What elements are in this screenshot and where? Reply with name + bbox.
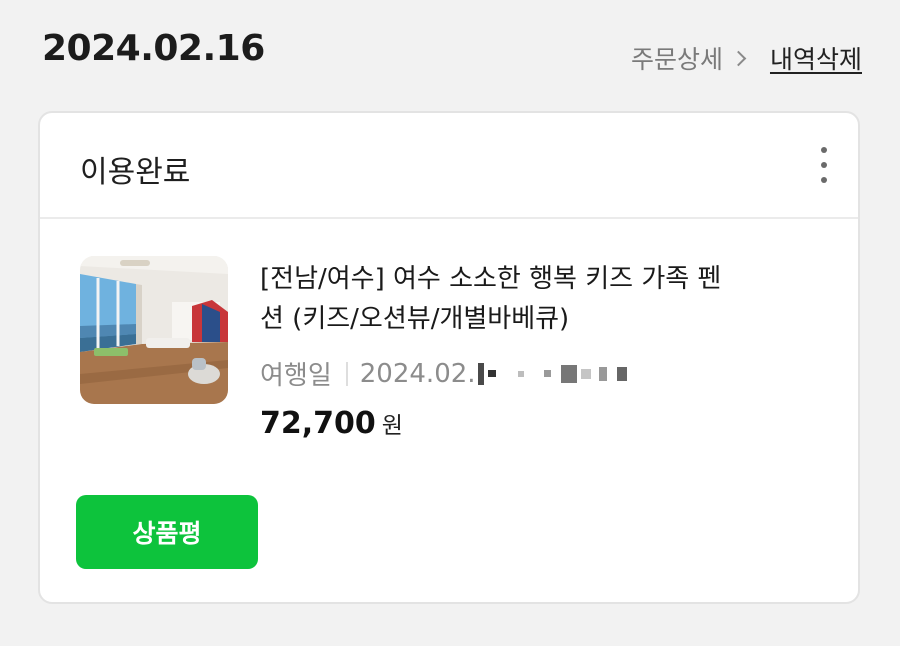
product-title[interactable]: [전남/여수] 여수 소소한 행복 키즈 가족 펜션 (키즈/오션뷰/개별바베큐… <box>260 259 730 339</box>
more-vertical-icon[interactable] <box>818 147 830 183</box>
product-info: [전남/여수] 여수 소소한 행복 키즈 가족 펜션 (키즈/오션뷰/개별바베큐… <box>260 259 730 441</box>
order-card: 이용완료 [전남/여수] 여수 소소한 행복 키즈 가족 펜션 (키즈/오션뷰/… <box>38 111 860 604</box>
masked-date-pixels <box>477 362 627 385</box>
price-row: 72,700 원 <box>260 406 730 441</box>
header-actions: 주문상세 내역삭제 <box>631 40 862 76</box>
product-thumbnail[interactable] <box>80 256 228 404</box>
order-detail-label: 주문상세 <box>630 45 723 74</box>
order-date: 2024.02.16 <box>42 28 265 69</box>
order-detail-link[interactable]: 주문상세 <box>631 40 770 76</box>
chevron-right-icon <box>730 50 747 66</box>
travel-date-row: 여행일 2024.02. <box>260 355 730 392</box>
card-header: 이용완료 <box>40 113 858 219</box>
usage-status: 이용완료 <box>80 155 191 190</box>
divider <box>345 361 348 386</box>
travel-date-value: 2024.02. <box>359 358 476 389</box>
write-review-button[interactable]: 상품평 <box>76 495 258 569</box>
price-unit: 원 <box>381 413 403 439</box>
delete-history-link[interactable]: 내역삭제 <box>770 40 862 76</box>
order-header: 2024.02.16 주문상세 내역삭제 <box>0 0 900 110</box>
travel-date-label: 여행일 <box>260 361 332 391</box>
price-amount: 72,700 <box>260 406 376 441</box>
